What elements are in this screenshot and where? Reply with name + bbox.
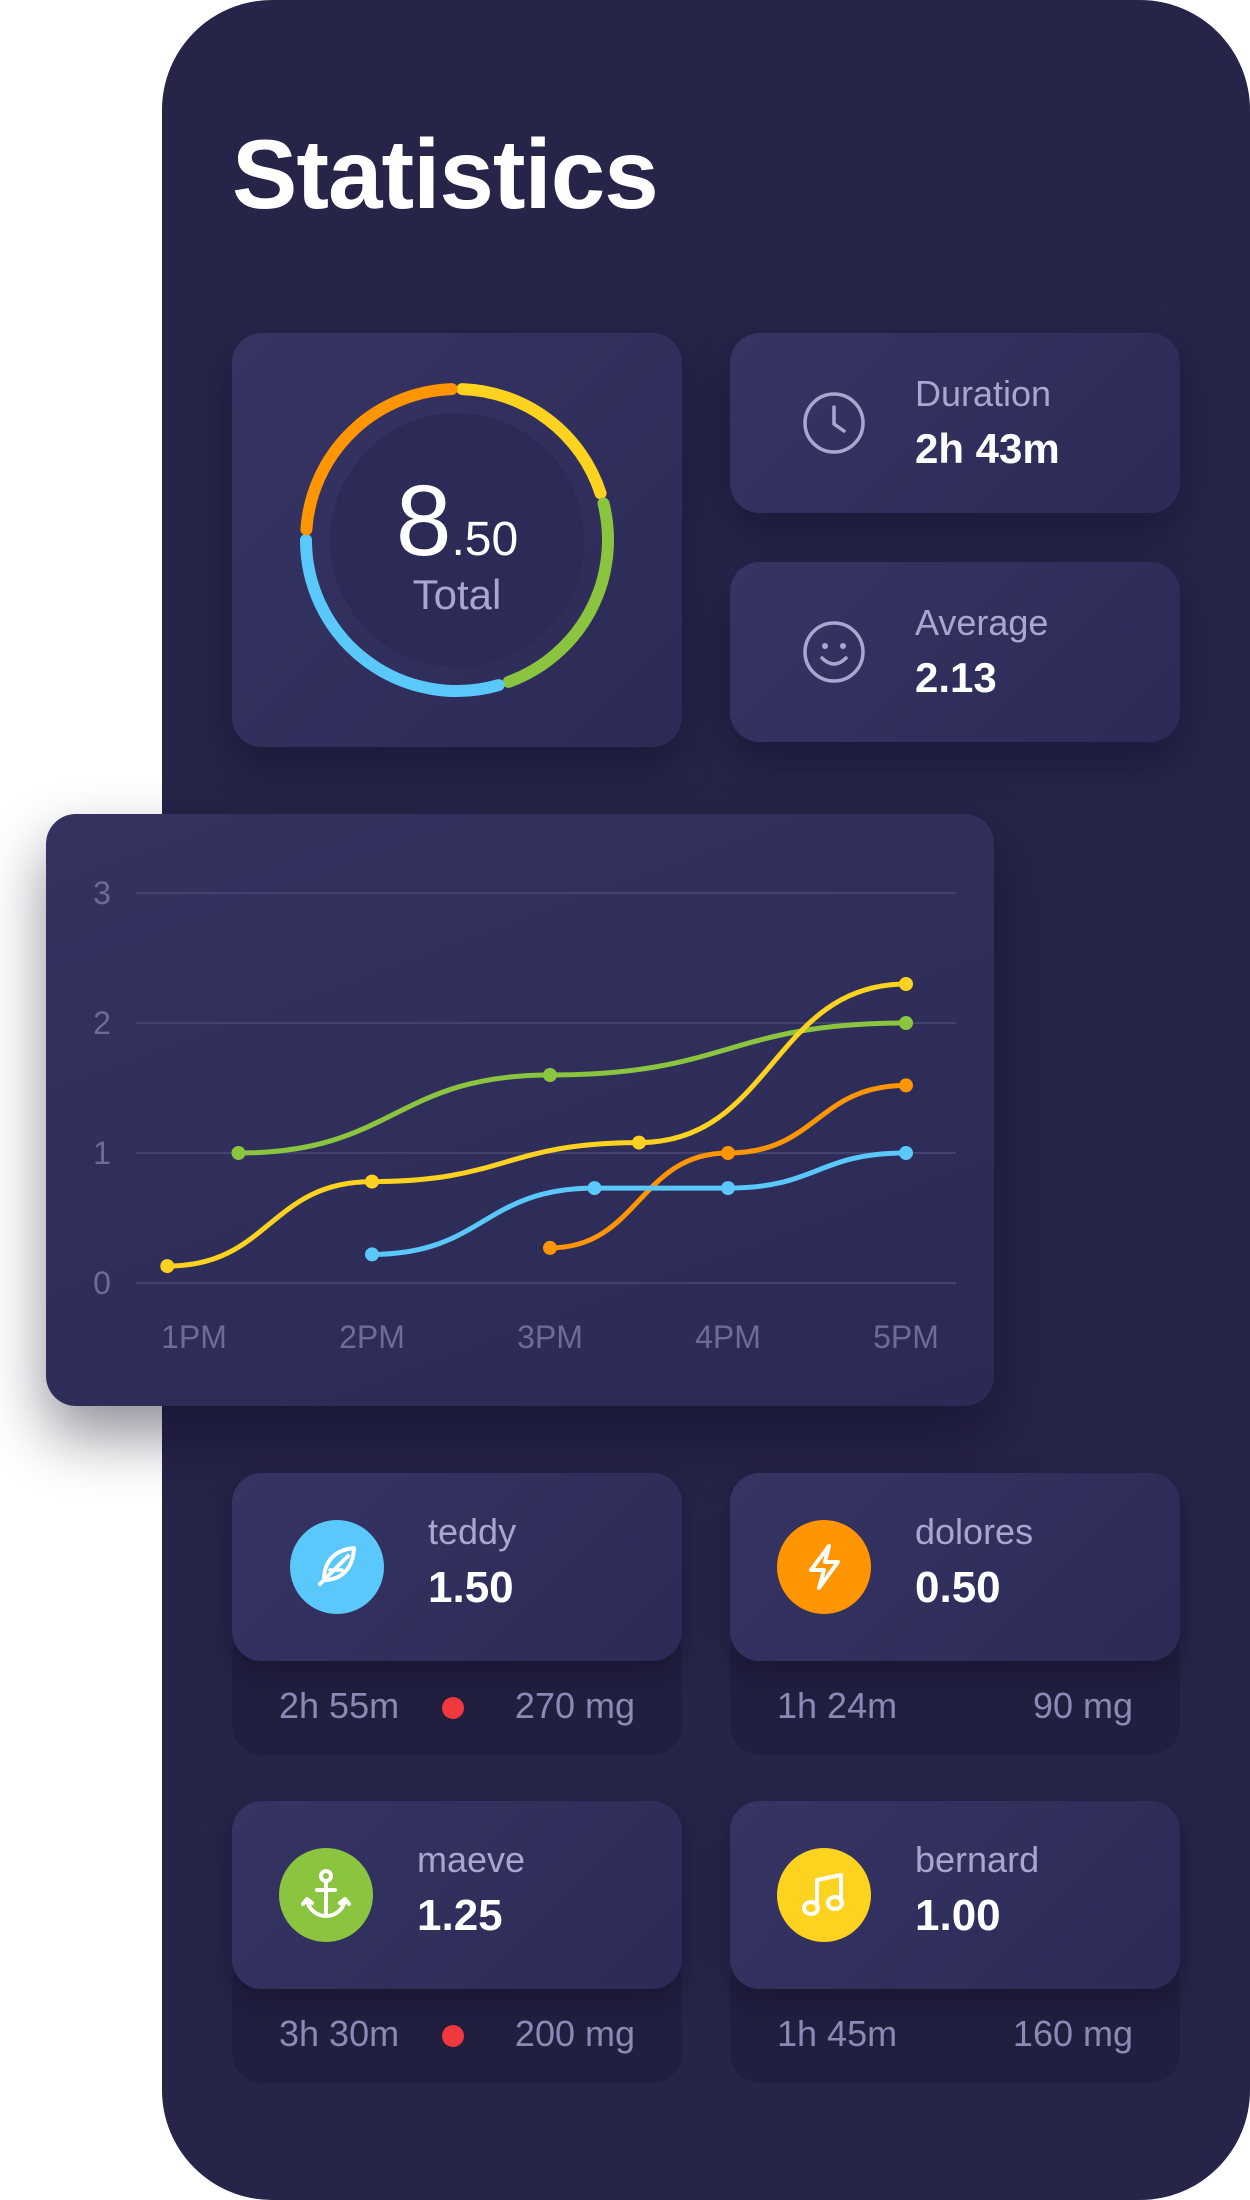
data-point	[231, 1146, 246, 1160]
duration-value: 2h 43m	[915, 425, 1060, 472]
clock-icon	[803, 392, 865, 454]
music-note-icon-badge	[777, 1848, 871, 1942]
x-tick-label: 5PM	[873, 1319, 939, 1355]
average-label: Average	[915, 602, 1049, 643]
total-label: Total	[412, 571, 502, 618]
person-summary: maeve 1.25	[232, 1801, 682, 1989]
person-value: 1.00	[915, 1891, 1001, 1940]
x-tick-label: 3PM	[517, 1319, 583, 1355]
music-note-icon	[802, 1873, 844, 1916]
data-point	[160, 1259, 175, 1274]
person-name: maeve	[417, 1839, 526, 1880]
person-duration: 3h 30m	[279, 2013, 400, 2054]
person-value: 0.50	[915, 1563, 1001, 1612]
smiley-icon	[803, 621, 865, 683]
person-name: teddy	[428, 1511, 517, 1552]
duration-label: Duration	[915, 373, 1052, 414]
feather-icon-badge	[290, 1520, 384, 1614]
person-card-bernard[interactable]: bernard 1.00 1h 45m 160 mg	[730, 1801, 1180, 2083]
series-line	[236, 1020, 909, 1156]
series-line	[164, 981, 909, 1269]
person-name: dolores	[915, 1511, 1034, 1552]
person-value: 1.50	[428, 1563, 514, 1612]
x-tick-label: 1PM	[161, 1319, 227, 1355]
anchor-icon-badge	[279, 1848, 373, 1942]
data-point	[365, 1174, 379, 1189]
person-duration: 2h 55m	[279, 1685, 400, 1726]
person-summary: bernard 1.00	[730, 1801, 1180, 1989]
data-point	[587, 1181, 602, 1196]
x-tick-label: 4PM	[695, 1319, 761, 1355]
person-value: 1.25	[417, 1891, 503, 1940]
person-dose: 270 mg	[514, 1685, 635, 1726]
y-tick-label: 2	[93, 1005, 111, 1041]
data-point	[899, 977, 913, 991]
person-dose: 160 mg	[1012, 2013, 1133, 2054]
y-tick-label: 1	[93, 1135, 111, 1171]
line-chart: 0 1 2 3 1PM 2PM 3PM 4PM 5PM	[93, 875, 956, 1355]
feather-icon	[318, 1546, 356, 1586]
person-duration: 1h 45m	[777, 2013, 898, 2054]
data-point	[632, 1135, 646, 1150]
person-duration: 1h 24m	[777, 1685, 898, 1726]
data-point	[543, 1068, 557, 1082]
data-point	[899, 1146, 913, 1160]
person-card-dolores[interactable]: dolores 0.50 1h 24m 90 mg	[730, 1473, 1180, 1755]
data-point	[899, 1078, 913, 1093]
total-summary-card[interactable]: 8.50 Total	[232, 333, 682, 747]
x-tick-label: 2PM	[339, 1319, 405, 1355]
alert-dot	[442, 2025, 464, 2047]
person-card-maeve[interactable]: maeve 1.25 3h 30m 200 mg	[232, 1801, 682, 2083]
person-dose: 90 mg	[1032, 1685, 1133, 1726]
person-summary: teddy 1.50	[232, 1473, 682, 1661]
data-point	[365, 1247, 379, 1262]
lightning-icon-badge	[777, 1520, 871, 1614]
line-chart-card[interactable]: 0 1 2 3 1PM 2PM 3PM 4PM 5PM	[46, 814, 994, 1406]
page-title: Statistics	[232, 119, 659, 229]
person-summary: dolores 0.50	[730, 1473, 1180, 1661]
alert-dot	[442, 1697, 464, 1719]
total-value: 8.50	[395, 465, 519, 577]
duration-card[interactable]: Duration 2h 43m	[730, 333, 1180, 513]
y-tick-label: 0	[93, 1265, 111, 1301]
data-point	[899, 1016, 913, 1030]
data-point	[721, 1146, 735, 1160]
data-point	[721, 1181, 735, 1196]
person-name: bernard	[915, 1839, 1040, 1880]
person-card-teddy[interactable]: teddy 1.50 2h 55m 270 mg	[232, 1473, 682, 1755]
data-point	[543, 1240, 557, 1255]
average-card[interactable]: Average 2.13	[730, 562, 1180, 742]
lightning-icon	[809, 1544, 840, 1590]
anchor-icon	[301, 1869, 351, 1919]
y-tick-label: 3	[93, 875, 111, 911]
average-value: 2.13	[915, 654, 997, 701]
person-dose: 200 mg	[514, 2013, 635, 2054]
